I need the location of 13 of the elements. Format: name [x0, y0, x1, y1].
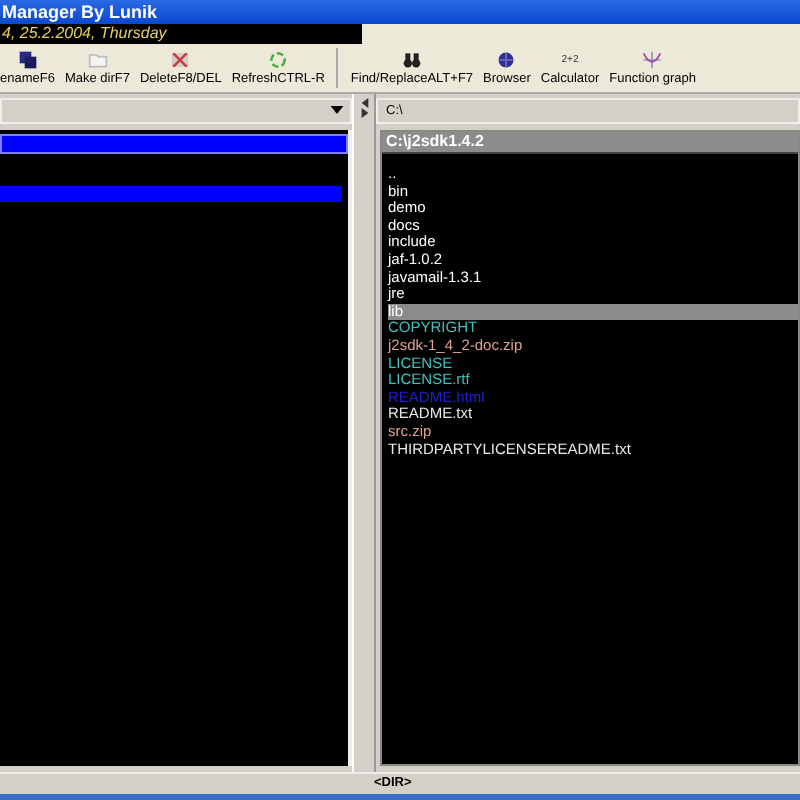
- date-text: 4, 25.2.2004, Thursday: [0, 24, 362, 44]
- refresh-icon: [268, 50, 289, 70]
- folder-icon: [87, 50, 108, 70]
- binoculars-icon: [401, 50, 422, 70]
- arrows-icon: [359, 98, 369, 118]
- graph-icon: [642, 50, 663, 70]
- delete-icon: [170, 50, 191, 70]
- globe-icon: [496, 50, 517, 70]
- caret-icon: [330, 106, 344, 114]
- splitter-handle[interactable]: [352, 94, 376, 772]
- window-title: Manager By Lunik: [0, 2, 158, 22]
- pane-title: C:\j2sdk1.4.2: [382, 132, 798, 152]
- stacked-squares-icon: [17, 50, 38, 70]
